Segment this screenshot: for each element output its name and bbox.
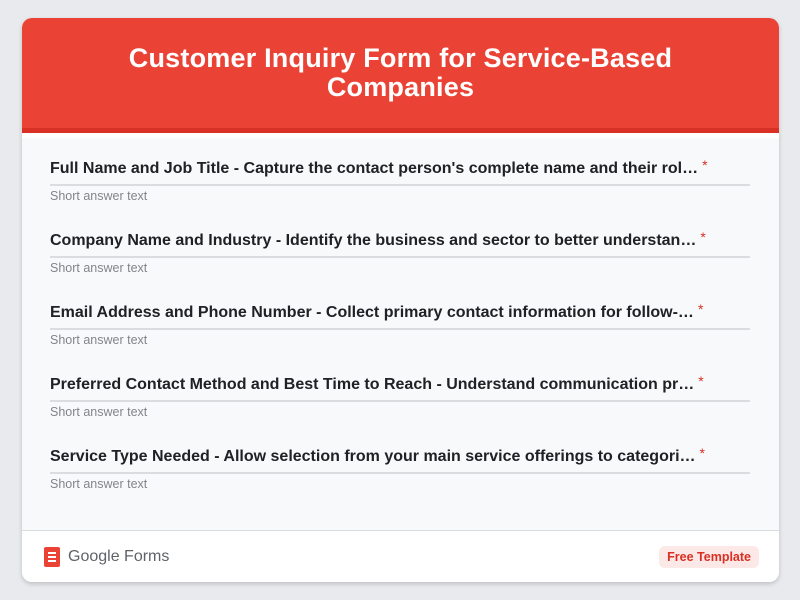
required-asterisk: * [702, 157, 708, 173]
short-answer-placeholder: Short answer text [50, 189, 148, 203]
question-title-row: Company Name and Industry - Identify the… [50, 230, 751, 256]
form-footer: Google Forms Free Template [22, 530, 779, 582]
short-answer-field[interactable]: Short answer text [50, 400, 750, 421]
form-title: Customer Inquiry Form for Service-Based … [128, 43, 673, 102]
question-item: Company Name and Industry - Identify the… [22, 230, 779, 302]
form-card: Customer Inquiry Form for Service-Based … [22, 18, 779, 582]
short-answer-field[interactable]: Short answer text [50, 328, 750, 349]
short-answer-placeholder: Short answer text [50, 333, 148, 347]
brand-label: Google Forms [68, 547, 170, 565]
question-item: Service Type Needed - Allow selection fr… [22, 446, 779, 518]
short-answer-placeholder: Short answer text [50, 261, 148, 275]
required-asterisk: * [699, 445, 705, 461]
required-asterisk: * [697, 301, 704, 317]
google-forms-brand: Google Forms [44, 546, 170, 567]
short-answer-field[interactable]: Short answer text [50, 256, 750, 277]
question-item: Email Address and Phone Number - Collect… [22, 302, 779, 374]
question-title-row: Email Address and Phone Number - Collect… [50, 302, 751, 328]
question-item: Preferred Contact Method and Best Time t… [22, 374, 779, 446]
short-answer-placeholder: Short answer text [50, 477, 148, 491]
question-list: Full Name and Job Title - Capture the co… [22, 138, 779, 518]
question-title-row: Full Name and Job Title - Capture the co… [50, 158, 751, 184]
question-title-row: Preferred Contact Method and Best Time t… [50, 374, 751, 400]
short-answer-field[interactable]: Short answer text [50, 472, 750, 493]
free-template-badge: Free Template [659, 545, 759, 568]
short-answer-placeholder: Short answer text [50, 405, 148, 419]
question-title: Preferred Contact Method and Best Time t… [50, 376, 695, 393]
google-forms-icon [44, 546, 60, 567]
form-body: Full Name and Job Title - Capture the co… [22, 138, 779, 530]
question-title: Company Name and Industry - Identify the… [50, 232, 697, 249]
required-asterisk: * [698, 373, 704, 389]
question-item: Full Name and Job Title - Capture the co… [22, 158, 779, 230]
required-asterisk: * [700, 229, 706, 245]
form-header: Customer Inquiry Form for Service-Based … [22, 18, 779, 133]
question-title-row: Service Type Needed - Allow selection fr… [50, 446, 751, 472]
question-title: Service Type Needed - Allow selection fr… [50, 448, 696, 465]
question-title: Full Name and Job Title - Capture the co… [50, 160, 699, 177]
question-title: Email Address and Phone Number - Collect… [50, 304, 694, 321]
short-answer-field[interactable]: Short answer text [50, 184, 750, 205]
